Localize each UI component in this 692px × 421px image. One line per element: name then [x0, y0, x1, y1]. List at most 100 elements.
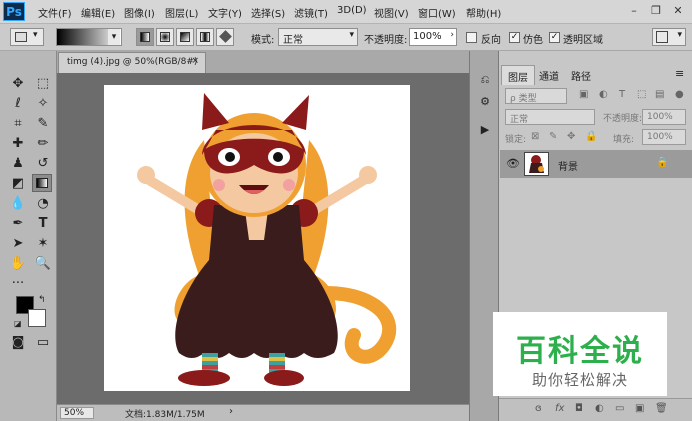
reverse-checkbox[interactable] [466, 32, 477, 43]
custom-shape-tool[interactable]: ✶ [33, 235, 53, 253]
add-mask-icon[interactable]: ◘ [575, 403, 583, 414]
pen-tool[interactable]: ✒ [8, 215, 28, 233]
eyedropper-tool[interactable]: ✎ [33, 115, 53, 133]
healing-brush-tool[interactable]: ✚ [8, 135, 28, 153]
shape-filter-icon[interactable]: ⬚ [637, 89, 646, 100]
menu-bar: Ps 文件(F) 编辑(E) 图像(I) 图层(L) 文字(Y) 选择(S) 滤… [0, 0, 692, 24]
screen-mode-button[interactable]: ▭ [33, 334, 53, 352]
lock-label: 锁定: [505, 135, 527, 145]
mode-select[interactable]: 正常 ▾ [278, 28, 358, 46]
radial-gradient-button[interactable] [156, 28, 174, 46]
reflected-gradient-button[interactable] [196, 28, 214, 46]
layer-opacity-value: 100% [647, 112, 673, 122]
marquee-tool[interactable]: ⬚ [33, 75, 53, 93]
menu-image[interactable]: 图像(I) [124, 5, 155, 20]
swap-colors-icon[interactable]: ↰ [38, 295, 46, 305]
magic-wand-tool[interactable]: ✧ [33, 95, 53, 113]
status-bar: 50% 文档:1.83M/1.75M › [57, 404, 469, 421]
lock-pixels-icon[interactable]: ✎ [549, 131, 557, 142]
layer-style-icon[interactable]: fx [555, 403, 564, 414]
lock-transparent-icon[interactable]: ⊠ [531, 131, 539, 142]
layer-opacity-input[interactable]: 100% [642, 109, 686, 125]
clone-stamp-tool[interactable]: ♟ [8, 155, 28, 173]
layer-name[interactable]: 背景 [558, 158, 578, 173]
menu-layer[interactable]: 图层(L) [165, 5, 198, 20]
fill-label: 填充: [613, 135, 635, 145]
layer-filter-select[interactable]: ρ 类型 [505, 88, 567, 104]
close-tab-icon[interactable]: × [191, 56, 199, 66]
opacity-label: 不透明度: [364, 35, 408, 46]
restore-button[interactable]: ❐ [648, 3, 664, 19]
crop-tool[interactable]: ⌗ [8, 115, 28, 133]
menu-select[interactable]: 选择(S) [251, 5, 285, 20]
zoom-tool[interactable]: 🔍 [33, 255, 53, 273]
more-tools[interactable]: ··· [8, 275, 28, 293]
document-tab-title: timg (4).jpg @ 50%(RGB/8#) [67, 57, 198, 67]
lock-all-icon[interactable]: 🔒 [585, 131, 597, 142]
type-filter-icon[interactable]: T [619, 89, 625, 100]
diamond-gradient-button[interactable] [216, 28, 234, 46]
tab-channels[interactable]: 通道 [533, 65, 565, 85]
blend-mode-select[interactable]: 正常 [505, 109, 595, 125]
chevron-right-icon: › [450, 30, 454, 40]
eraser-tool[interactable]: ◩ [8, 175, 28, 193]
default-colors-icon[interactable]: ◪ [14, 319, 22, 328]
tool-preset-picker[interactable]: ▾ [10, 28, 44, 46]
gradient-tool[interactable] [32, 174, 52, 192]
lasso-tool[interactable]: ℓ [8, 95, 28, 113]
menu-3d[interactable]: 3D(D) [337, 5, 367, 16]
angle-gradient-button[interactable] [176, 28, 194, 46]
workspace-switcher[interactable]: ▾ [652, 28, 686, 46]
tab-paths[interactable]: 路径 [565, 65, 597, 85]
tab-layers[interactable]: 图层 [501, 65, 535, 85]
new-layer-icon[interactable]: ▣ [635, 403, 644, 414]
linear-gradient-button[interactable] [136, 28, 154, 46]
reverse-label: 反向 [481, 35, 501, 46]
menu-edit[interactable]: 编辑(E) [81, 5, 115, 20]
layer-row-background[interactable]: 👁 背景 🔒 [500, 150, 692, 178]
history-brush-tool[interactable]: ↺ [33, 155, 53, 173]
zoom-level-field[interactable]: 50% [60, 407, 94, 419]
adjustment-filter-icon[interactable]: ◐ [599, 89, 608, 100]
diamond-gradient-icon [219, 30, 232, 43]
new-group-icon[interactable]: ▭ [615, 403, 624, 414]
menu-help[interactable]: 帮助(H) [466, 5, 501, 20]
hand-tool[interactable]: ✋ [8, 255, 28, 273]
minimize-button[interactable]: – [626, 3, 642, 19]
menu-view[interactable]: 视图(V) [374, 5, 409, 20]
close-button[interactable]: ✕ [670, 3, 686, 19]
panel-menu-icon[interactable]: ≡ [675, 67, 684, 80]
menu-window[interactable]: 窗口(W) [418, 5, 456, 20]
lock-position-icon[interactable]: ✥ [567, 131, 575, 142]
delete-layer-icon[interactable]: 🗑 [655, 403, 668, 414]
workspace-icon [656, 31, 668, 43]
visibility-eye-icon[interactable]: 👁 [506, 157, 520, 170]
gradient-picker[interactable]: ▾ [56, 28, 122, 46]
menu-file[interactable]: 文件(F) [38, 5, 72, 20]
brush-tool[interactable]: ✏ [33, 135, 53, 153]
dodge-tool[interactable]: ◔ [33, 195, 53, 213]
transparency-checkbox[interactable]: ✓ [549, 32, 560, 43]
dither-checkbox[interactable]: ✓ [509, 32, 520, 43]
smart-object-filter-icon[interactable]: ▤ [655, 89, 664, 100]
link-layers-icon[interactable]: ɞ [535, 403, 542, 414]
pixel-filter-icon[interactable]: ▣ [579, 89, 588, 100]
history-panel-icon[interactable]: ⎌ [475, 71, 495, 89]
background-color-swatch[interactable] [28, 309, 46, 327]
document-tab[interactable]: timg (4).jpg @ 50%(RGB/8#) × [58, 52, 206, 73]
opacity-input[interactable]: 100% › [409, 28, 457, 46]
menu-type[interactable]: 文字(Y) [208, 5, 242, 20]
type-tool[interactable]: T [33, 215, 53, 233]
filter-toggle-icon[interactable]: ● [675, 89, 684, 100]
document-canvas[interactable] [104, 85, 410, 391]
actions-play-icon[interactable]: ▶ [475, 121, 495, 139]
quick-mask-button[interactable]: ◙ [8, 334, 28, 352]
status-menu-arrow[interactable]: › [229, 406, 233, 417]
path-selection-tool[interactable]: ➤ [8, 235, 28, 253]
menu-filter[interactable]: 滤镜(T) [294, 5, 328, 20]
fill-input[interactable]: 100% [642, 129, 686, 145]
blur-tool[interactable]: 💧 [8, 195, 28, 213]
properties-panel-icon[interactable]: ⚙ [475, 93, 495, 111]
adjustment-layer-icon[interactable]: ◐ [595, 403, 604, 414]
move-tool[interactable]: ✥ [8, 75, 28, 93]
